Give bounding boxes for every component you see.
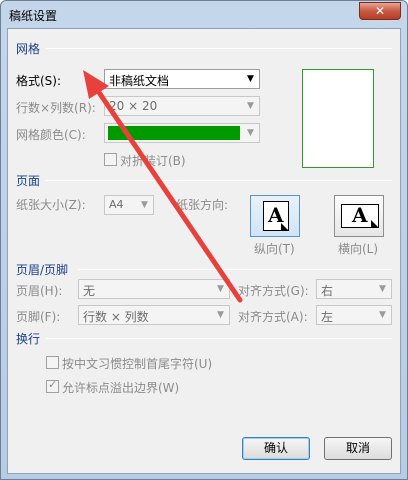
title-bar[interactable]: 稿纸设置 ✕ bbox=[1, 1, 407, 27]
section-divider bbox=[78, 269, 392, 270]
rowcol-label: 行数×列数(R): bbox=[16, 101, 96, 115]
section-divider bbox=[46, 338, 392, 339]
footer-align-label: 对齐方式(A): bbox=[238, 310, 308, 324]
landscape-page-icon: A bbox=[341, 203, 379, 228]
punctuation-overflow-label: 允许标点溢出边界(W) bbox=[62, 381, 180, 395]
footer-value: 行数 × 列数 bbox=[83, 310, 149, 324]
landscape-button[interactable]: A bbox=[334, 195, 384, 237]
grid-preview bbox=[302, 69, 374, 168]
header-label: 页眉(H): bbox=[16, 284, 63, 298]
portrait-button[interactable]: A bbox=[250, 195, 300, 237]
chevron-down-icon: ▼ bbox=[141, 200, 148, 210]
chevron-down-icon: ▼ bbox=[217, 310, 224, 320]
section-linebreak-title: 换行 bbox=[16, 332, 41, 346]
dialog-window: 稿纸设置 ✕ 网格 格式(S): 非稿纸文档 ▼ 行数×列数(R): 20 × … bbox=[0, 0, 408, 480]
section-header-footer-title: 页眉/页脚 bbox=[16, 263, 69, 277]
punctuation-overflow-checkbox[interactable]: ✓ bbox=[46, 378, 59, 393]
paper-size-value: A4 bbox=[109, 198, 124, 211]
chevron-down-icon: ▼ bbox=[247, 101, 254, 111]
chinese-habit-checkbox[interactable] bbox=[46, 356, 59, 369]
header-value: 无 bbox=[83, 284, 96, 298]
grid-color-dropdown[interactable]: ▼ bbox=[104, 123, 260, 143]
header-align-dropdown[interactable]: 右 ▼ bbox=[316, 279, 392, 299]
ok-button[interactable]: 确认 bbox=[242, 437, 310, 460]
format-label: 格式(S): bbox=[16, 74, 62, 88]
dialog-body: 网格 格式(S): 非稿纸文档 ▼ 行数×列数(R): 20 × 20 ▼ 网格… bbox=[7, 28, 401, 474]
orientation-label: 纸张方向: bbox=[176, 198, 229, 212]
grid-color-label: 网格颜色(C): bbox=[16, 128, 86, 142]
chevron-down-icon: ▼ bbox=[379, 284, 386, 294]
header-align-value: 右 bbox=[321, 284, 334, 298]
grid-color-swatch bbox=[108, 126, 240, 140]
chevron-down-icon: ▼ bbox=[247, 74, 254, 84]
header-align-label: 对齐方式(G): bbox=[238, 284, 309, 298]
footer-label: 页脚(F): bbox=[16, 310, 61, 324]
chinese-habit-label: 按中文习惯控制首尾字符(U) bbox=[62, 357, 213, 371]
rowcol-dropdown[interactable]: 20 × 20 ▼ bbox=[104, 96, 260, 116]
chevron-down-icon: ▼ bbox=[247, 128, 254, 138]
fold-binding-label: 对折装订(B) bbox=[120, 154, 186, 168]
footer-align-value: 左 bbox=[321, 310, 334, 324]
section-divider bbox=[46, 48, 392, 49]
header-dropdown[interactable]: 无 ▼ bbox=[78, 279, 230, 299]
footer-align-dropdown[interactable]: 左 ▼ bbox=[316, 305, 392, 325]
paper-size-dropdown[interactable]: A4 ▼ bbox=[104, 195, 154, 215]
dialog-title: 稿纸设置 bbox=[9, 9, 58, 23]
paper-size-label: 纸张大小(Z): bbox=[16, 198, 86, 212]
chevron-down-icon: ▼ bbox=[379, 310, 386, 320]
portrait-label: 纵向(T) bbox=[254, 242, 295, 256]
portrait-page-icon: A bbox=[263, 201, 289, 231]
footer-dropdown[interactable]: 行数 × 列数 ▼ bbox=[78, 305, 230, 325]
format-dropdown[interactable]: 非稿纸文档 ▼ bbox=[104, 69, 260, 89]
section-grid-title: 网格 bbox=[16, 42, 41, 56]
format-value: 非稿纸文档 bbox=[109, 74, 170, 88]
chevron-down-icon: ▼ bbox=[217, 284, 224, 294]
check-icon: ✓ bbox=[48, 378, 58, 391]
fold-binding-checkbox[interactable] bbox=[104, 153, 117, 166]
section-page-title: 页面 bbox=[16, 174, 41, 188]
close-button[interactable]: ✕ bbox=[359, 2, 401, 20]
section-divider bbox=[46, 180, 392, 181]
rowcol-value: 20 × 20 bbox=[109, 99, 158, 113]
cancel-button[interactable]: 取消 bbox=[324, 437, 392, 460]
landscape-label: 横向(L) bbox=[338, 242, 379, 256]
